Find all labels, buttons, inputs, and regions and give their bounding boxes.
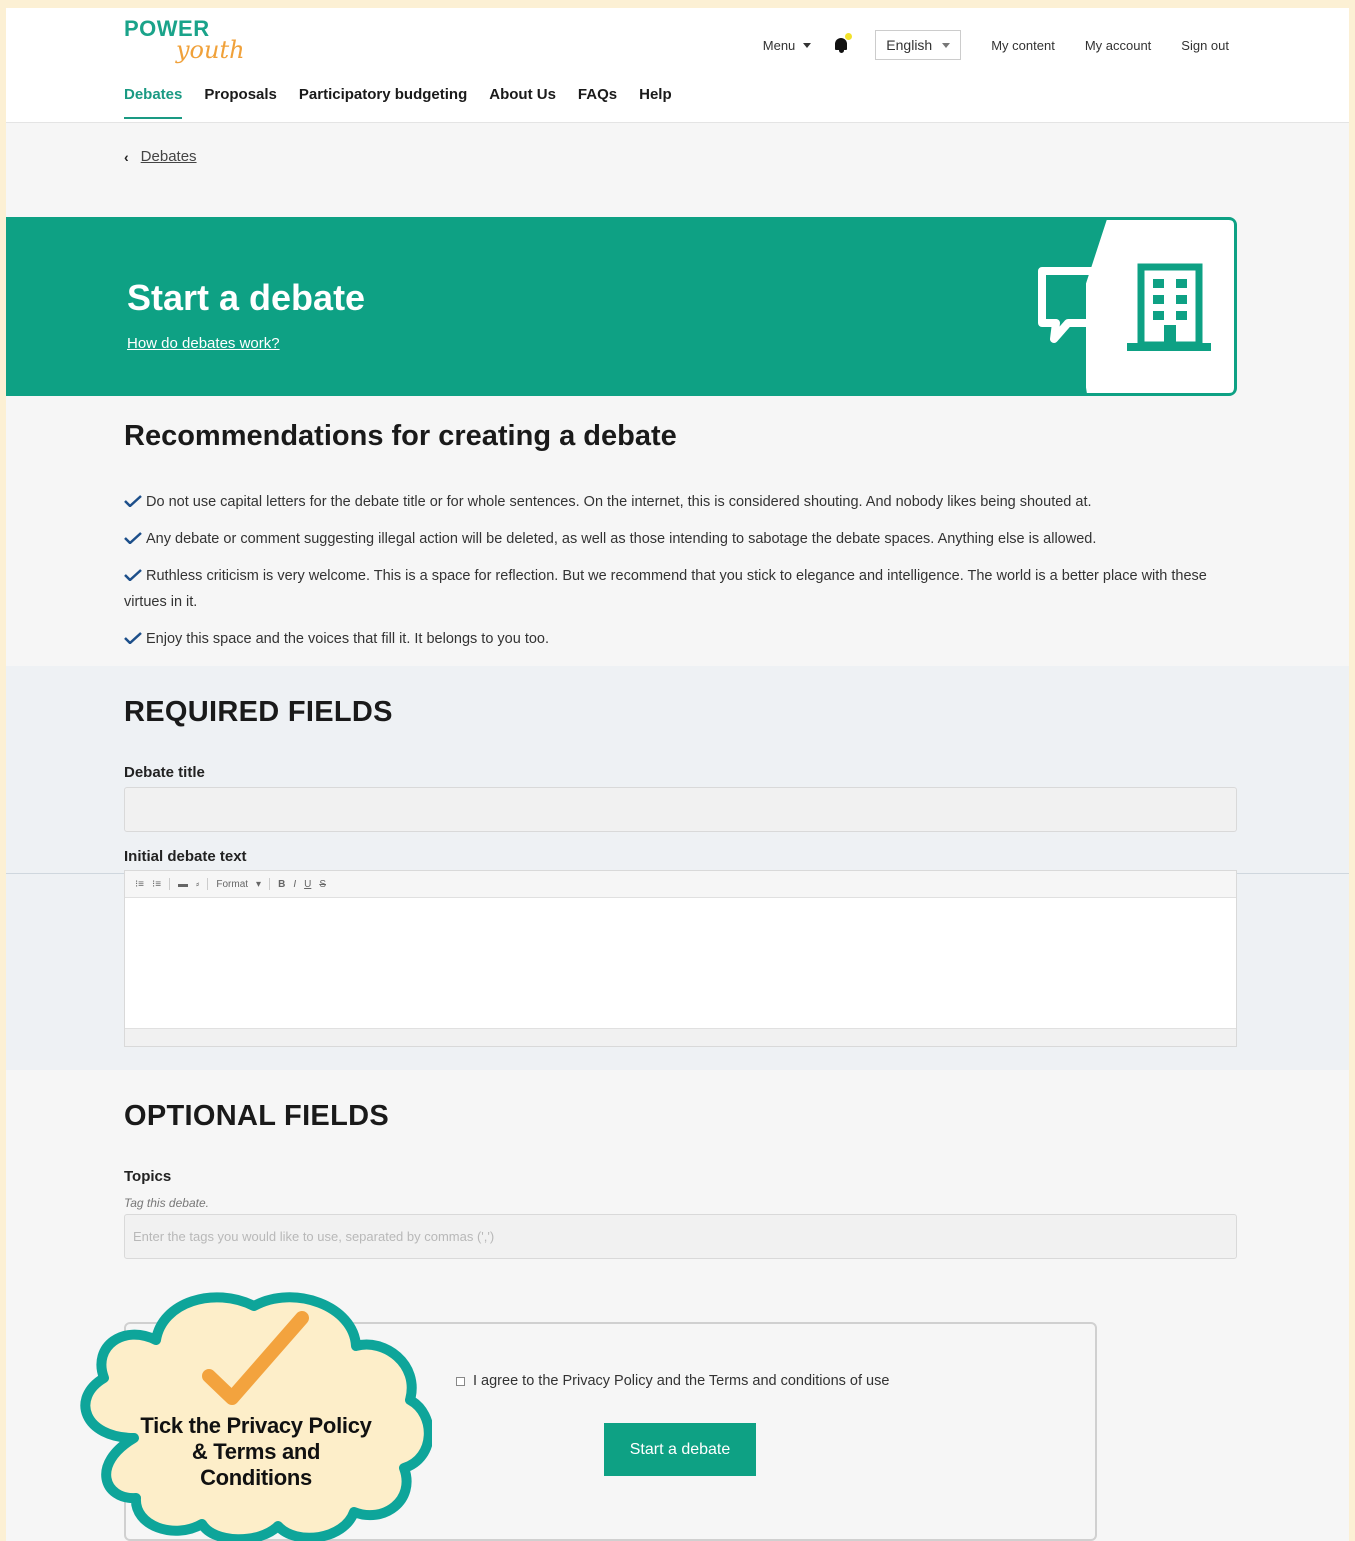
menu-button[interactable]: Menu — [763, 38, 812, 53]
terms-checkbox[interactable] — [456, 1376, 465, 1386]
editor-toolbar: ⁝≡ ⁝≡ ▬ ⸗ Format ▾ B I U S — [125, 871, 1236, 898]
bold-button[interactable]: B — [278, 879, 285, 890]
speech-bubble-icon — [1038, 267, 1100, 343]
menu-label: Menu — [762, 37, 796, 53]
my-account-link[interactable]: My account — [1085, 38, 1151, 53]
bell-icon[interactable] — [833, 33, 853, 54]
topics-hint: Tag this debate. — [124, 1196, 209, 1210]
recommendation-text: Any debate or comment suggesting illegal… — [146, 531, 1097, 547]
building-icon — [1127, 263, 1211, 351]
sign-out-link[interactable]: Sign out — [1181, 38, 1229, 53]
rich-text-editor[interactable]: ⁝≡ ⁝≡ ▬ ⸗ Format ▾ B I U S — [124, 870, 1237, 1047]
breadcrumb: ‹ Debates — [124, 148, 197, 165]
terms-label: I agree to the Privacy Policy and the Te… — [473, 1373, 890, 1389]
caret-down-icon — [803, 42, 812, 48]
initial-debate-text-label: Initial debate text — [124, 848, 247, 865]
language-select[interactable]: English — [875, 30, 962, 60]
callout-text: Tick the Privacy Policy & Terms and Cond… — [116, 1413, 396, 1491]
callout-line-2: & Terms and — [191, 1439, 321, 1464]
nav-help[interactable]: Help — [639, 86, 672, 119]
site-header: POWER youth Menu English My content My a… — [6, 8, 1349, 123]
recommendations-list: Do not use capital letters for the debat… — [124, 489, 1234, 652]
unlink-icon[interactable]: ⸗ — [196, 879, 199, 890]
utility-nav: Menu English My content My account Sign … — [763, 30, 1229, 60]
callout-line-1: Tick the Privacy Policy — [140, 1413, 372, 1438]
format-select[interactable]: Format — [216, 879, 248, 890]
debate-title-input[interactable] — [124, 787, 1237, 832]
language-label: English — [886, 37, 933, 53]
nav-debates[interactable]: Debates — [124, 86, 183, 119]
checkmark-icon — [124, 569, 142, 581]
my-content-link[interactable]: My content — [991, 38, 1055, 53]
recommendation-text: Ruthless criticism is very welcome. This… — [124, 568, 1207, 610]
notification-dot — [845, 33, 853, 40]
chevron-left-icon: ‹ — [124, 148, 129, 165]
list-item: Any debate or comment suggesting illegal… — [124, 526, 1234, 552]
page: POWER youth Menu English My content My a… — [6, 8, 1349, 1541]
callout-line-3: Conditions — [200, 1465, 312, 1490]
nav-faqs[interactable]: FAQs — [578, 86, 617, 119]
editor-status-bar — [125, 1028, 1236, 1046]
main-nav: Debates Proposals Participatory budgetin… — [124, 86, 672, 119]
list-item: Enjoy this space and the voices that fil… — [124, 626, 1234, 652]
recommendations-section: Recommendations for creating a debate Do… — [124, 420, 1234, 663]
recommendation-text: Do not use capital letters for the debat… — [146, 494, 1092, 510]
start-debate-button[interactable]: Start a debate — [604, 1423, 756, 1476]
italic-button[interactable]: I — [293, 879, 296, 890]
required-fields-title: REQUIRED FIELDS — [124, 696, 393, 728]
strikethrough-button[interactable]: S — [319, 879, 326, 890]
bulleted-list-icon[interactable]: ⁝≡ — [152, 879, 161, 890]
recommendations-title: Recommendations for creating a debate — [124, 420, 677, 452]
nav-proposals[interactable]: Proposals — [204, 86, 277, 119]
topics-label: Topics — [124, 1168, 172, 1185]
logo[interactable]: POWER youth — [124, 16, 254, 72]
breadcrumb-debates-link[interactable]: Debates — [141, 148, 197, 165]
list-item: Do not use capital letters for the debat… — [124, 489, 1234, 515]
checkmark-icon — [124, 495, 142, 507]
checkmark-icon — [124, 632, 142, 644]
underline-button[interactable]: U — [304, 879, 311, 890]
list-item: Ruthless criticism is very welcome. This… — [124, 563, 1234, 615]
hero-banner: Start a debate How do debates work? — [6, 217, 1237, 396]
logo-youth-text: youth — [176, 36, 245, 64]
nav-participatory-budgeting[interactable]: Participatory budgeting — [299, 86, 467, 119]
optional-fields-title: OPTIONAL FIELDS — [124, 1100, 389, 1132]
recommendation-text: Enjoy this space and the voices that fil… — [146, 631, 550, 647]
debate-title-label: Debate title — [124, 764, 205, 781]
nav-about-us[interactable]: About Us — [489, 86, 556, 119]
how-debates-work-link[interactable]: How do debates work? — [127, 335, 280, 352]
caret-down-icon — [942, 42, 951, 48]
page-title: Start a debate — [127, 277, 366, 318]
chevron-down-icon[interactable]: ▾ — [256, 879, 261, 890]
checkmark-icon — [124, 532, 142, 544]
link-icon[interactable]: ▬ — [178, 879, 188, 890]
terms-agreement[interactable]: I agree to the Privacy Policy and the Te… — [456, 1373, 889, 1389]
numbered-list-icon[interactable]: ⁝≡ — [135, 879, 144, 890]
topics-input[interactable]: Enter the tags you would like to use, se… — [124, 1214, 1237, 1259]
